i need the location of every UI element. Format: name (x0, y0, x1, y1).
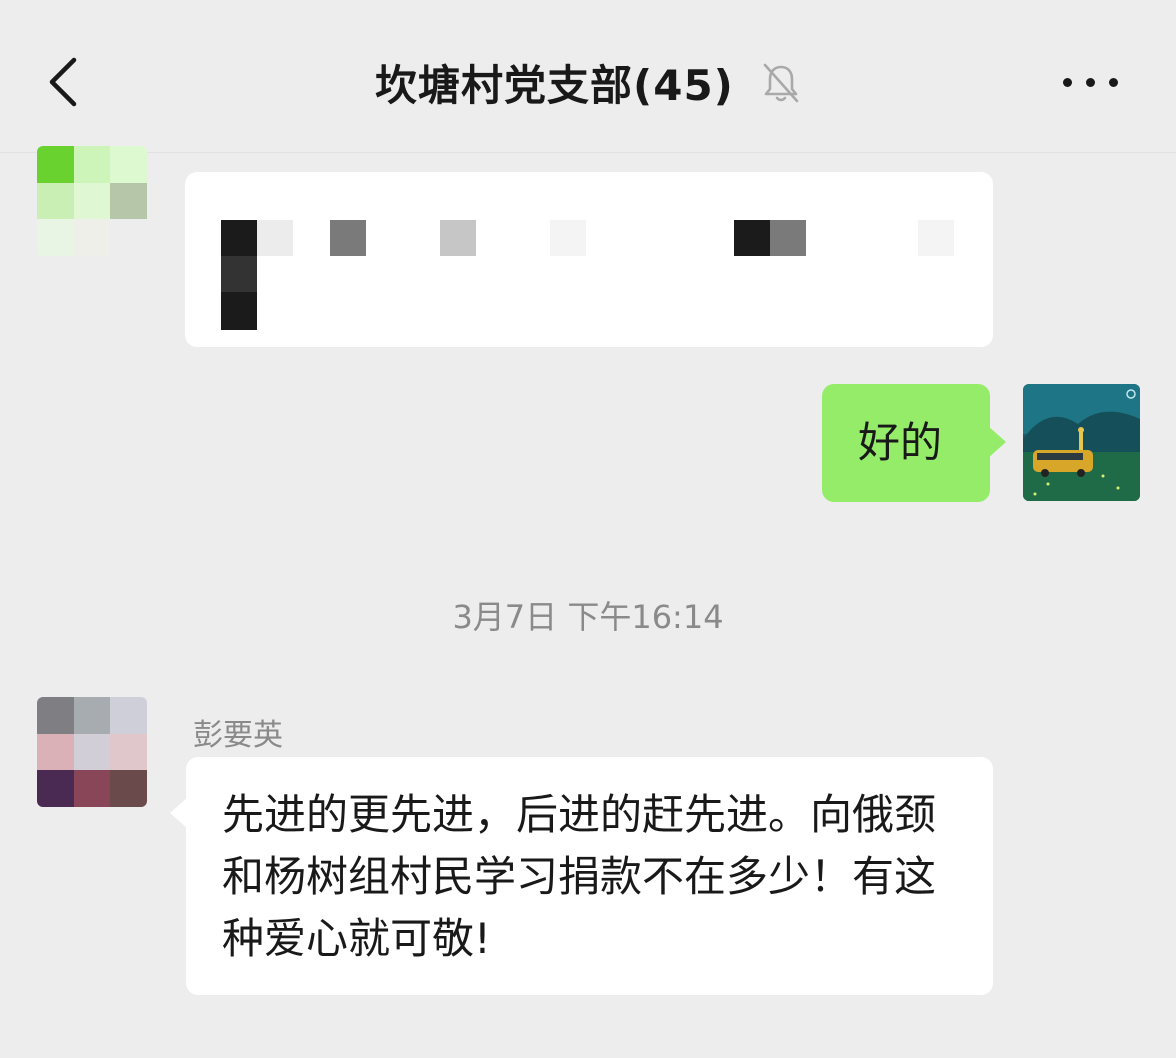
chat-title-area: 坎塘村党支部(45) (0, 52, 1176, 112)
redaction-block (330, 220, 366, 256)
timestamp-separator: 3月7日 下午16:14 (452, 598, 724, 636)
mosaic-cell (110, 697, 147, 734)
more-button[interactable] (1056, 72, 1128, 96)
avatar[interactable] (37, 697, 147, 807)
yellow-van-night-avatar (1023, 384, 1140, 501)
mosaic-cell (37, 733, 74, 771)
mosaic-cell (37, 697, 74, 734)
mosaic-cell (73, 182, 111, 220)
mosaic-cell (37, 770, 74, 807)
redaction-block (770, 220, 806, 256)
mosaic-cell (110, 146, 147, 183)
redaction-block (221, 256, 257, 292)
message-text: 好的 (858, 418, 943, 467)
mosaic-cell (110, 219, 147, 256)
message-bubble-redacted[interactable] (185, 172, 993, 347)
mosaic-cell (73, 219, 111, 256)
redaction-block (550, 220, 586, 256)
mosaic-cell (110, 770, 147, 807)
mosaic-cell (73, 146, 111, 183)
message-text: 先进的更先进，后进的赶先进。向俄颈和杨树组村民学习捐款不在多少！有这种爱心就可敬… (222, 790, 937, 963)
chat-header: 坎塘村党支部(45) (0, 0, 1176, 153)
message-bubble-incoming[interactable]: 先进的更先进，后进的赶先进。向俄颈和杨树组村民学习捐款不在多少！有这种爱心就可敬… (170, 757, 993, 995)
chat-title: 坎塘村党支部(45) (375, 61, 734, 110)
redaction-block (440, 220, 476, 256)
mosaic-cell (73, 770, 111, 807)
redaction-block (257, 220, 293, 256)
mosaic-cell (73, 733, 111, 771)
message-bubble-outgoing[interactable]: 好的 (822, 384, 1006, 502)
avatar-mosaic (37, 697, 147, 807)
more-dots-icon (1063, 78, 1072, 87)
bell-off-icon (763, 63, 799, 102)
redaction-block (918, 220, 954, 256)
mosaic-cell (37, 146, 74, 183)
mosaic-cell (110, 182, 147, 220)
redaction-block (734, 220, 770, 256)
avatar[interactable] (37, 146, 147, 256)
sender-name: 彭要英 (193, 718, 283, 753)
mosaic-cell (110, 733, 147, 771)
mosaic-cell (37, 219, 74, 256)
mosaic-cell (73, 697, 111, 734)
my-avatar[interactable] (1023, 384, 1140, 501)
avatar-mosaic (37, 146, 147, 256)
mosaic-cell (37, 182, 74, 220)
